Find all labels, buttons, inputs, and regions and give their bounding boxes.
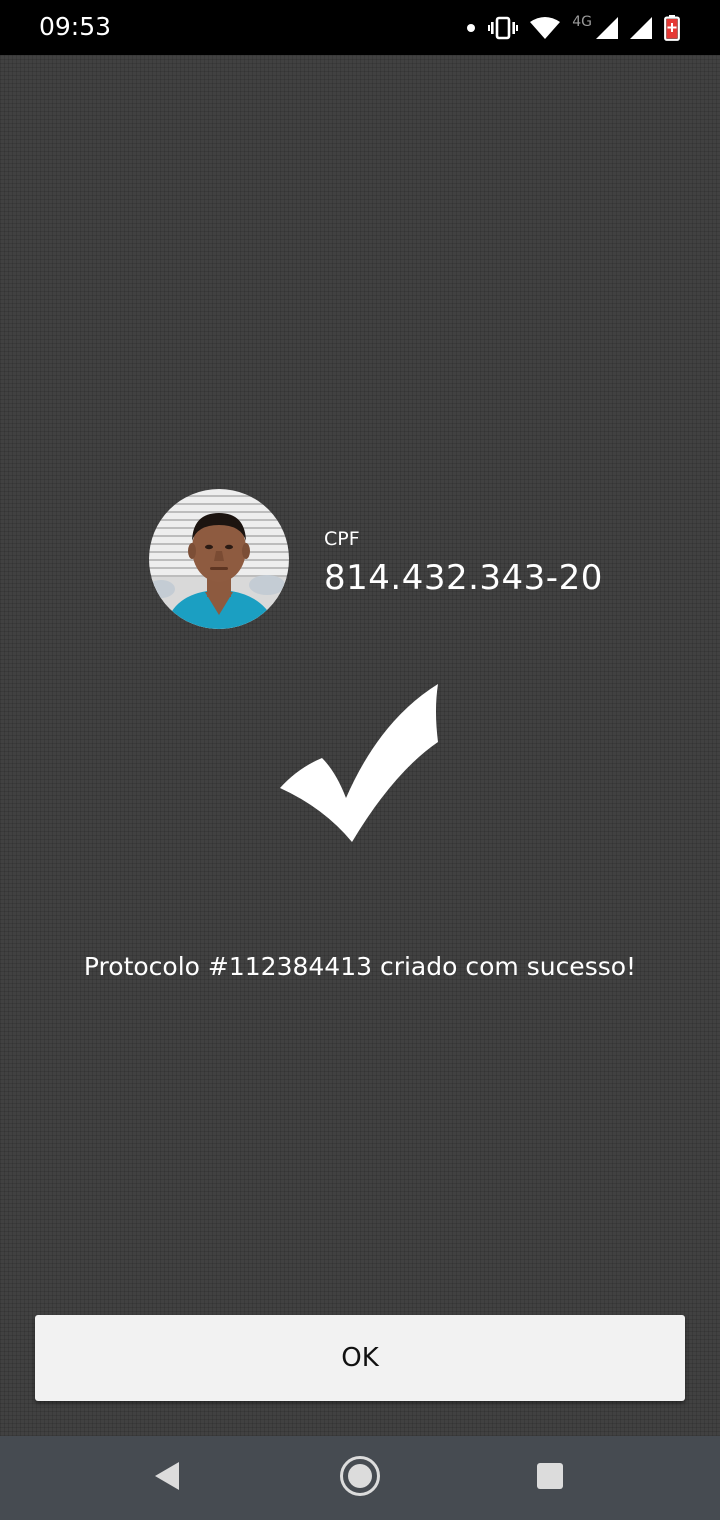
battery-low-icon <box>664 15 680 41</box>
recents-button[interactable] <box>500 1436 600 1520</box>
ok-button[interactable]: OK <box>35 1315 685 1401</box>
network-type-label: 4G <box>572 14 592 30</box>
cell-signal-icon <box>596 17 618 39</box>
cpf-value: 814.432.343-20 <box>324 558 603 598</box>
notification-dot-icon <box>466 23 476 33</box>
home-icon <box>339 1455 381 1501</box>
status-time: 09:53 <box>39 12 112 41</box>
back-button[interactable] <box>117 1436 217 1520</box>
cell-signal-icon <box>630 17 652 39</box>
user-avatar <box>149 489 289 629</box>
success-message: Protocolo #112384413 criado com sucesso! <box>83 952 637 981</box>
status-icons: 4G <box>466 12 680 44</box>
navigation-bar <box>0 1436 720 1520</box>
back-icon <box>153 1461 181 1495</box>
success-screen: 09:53 4G CPF 814.432.343-20 Protocolo #1… <box>0 0 720 1520</box>
wifi-icon <box>530 17 561 39</box>
vibrate-icon <box>488 16 519 40</box>
status-bar: 09:53 4G <box>0 0 720 55</box>
cpf-label: CPF <box>324 528 360 550</box>
home-button[interactable] <box>310 1436 410 1520</box>
checkmark-icon <box>276 680 446 846</box>
recents-icon <box>536 1462 564 1494</box>
